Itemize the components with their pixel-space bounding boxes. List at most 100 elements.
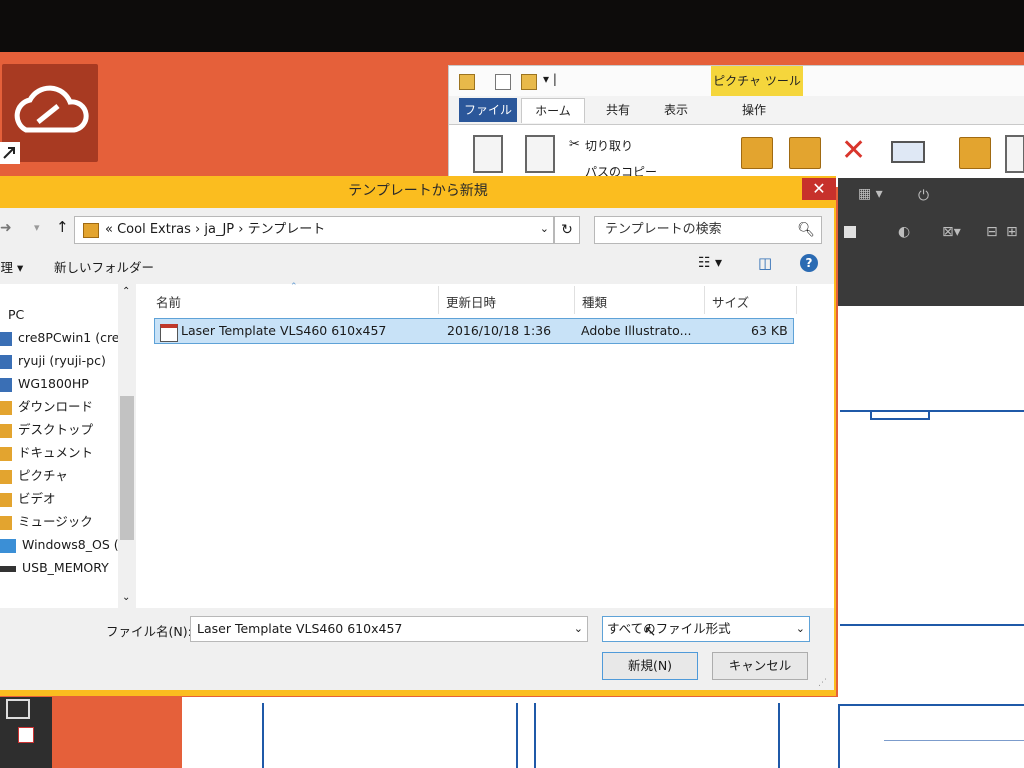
rename-icon[interactable] bbox=[891, 141, 925, 163]
new-folder-button[interactable]: 新しいフォルダー bbox=[54, 257, 154, 276]
chevron-down-icon[interactable]: ⌄ bbox=[540, 217, 549, 241]
nav-label: ダウンロード bbox=[18, 399, 94, 414]
properties-icon[interactable] bbox=[495, 74, 511, 90]
align-icon[interactable]: ⊟ bbox=[986, 224, 998, 240]
back-icon[interactable]: ➜ bbox=[0, 220, 12, 236]
nav-item-usb[interactable]: USB_MEMORY bbox=[0, 557, 130, 579]
command-bar: 整理 ▾ 新しいフォルダー ☷ ▾ ◫ ? bbox=[0, 250, 834, 280]
shortcut-arrow-icon bbox=[0, 142, 20, 164]
no-fill-icon[interactable] bbox=[18, 727, 34, 743]
move-to-icon[interactable] bbox=[741, 137, 773, 169]
new-folder-icon[interactable] bbox=[521, 74, 537, 90]
column-header-date[interactable]: 更新日時 bbox=[446, 292, 496, 311]
new-item-icon[interactable] bbox=[1005, 135, 1024, 173]
distribute-icon[interactable]: ⊞ bbox=[1006, 224, 1018, 240]
tab-home[interactable]: ホーム bbox=[521, 98, 585, 123]
network-computer-icon bbox=[0, 354, 12, 369]
quick-access-toolbar: ▾ | ピクチャ ツール bbox=[449, 66, 1024, 96]
tab-file[interactable]: ファイル bbox=[459, 98, 517, 122]
nav-label: PC bbox=[8, 307, 25, 322]
copy-to-icon[interactable] bbox=[789, 137, 821, 169]
new-button[interactable]: 新規(N) bbox=[602, 652, 698, 680]
nav-label: ピクチャ bbox=[18, 468, 68, 483]
file-type-value: すべてのファイル形式 bbox=[607, 621, 731, 636]
file-date: 2016/10/18 1:36 bbox=[447, 323, 552, 338]
nav-item-pc[interactable]: PC bbox=[0, 304, 130, 326]
file-list: 名前 ⌃ 更新日時 種類 サイズ Laser Template VLS460 6… bbox=[136, 282, 834, 608]
refresh-button[interactable]: ↻ bbox=[554, 216, 580, 244]
customize-qa-icon[interactable]: ▾ | bbox=[543, 72, 557, 86]
chevron-down-icon[interactable]: ⌄ bbox=[574, 617, 583, 641]
cut-button[interactable]: 切り取り bbox=[585, 137, 633, 154]
chevron-down-icon[interactable]: ⌄ bbox=[796, 617, 805, 641]
nav-label: デスクトップ bbox=[18, 422, 94, 437]
pictures-folder-icon bbox=[0, 469, 12, 484]
organize-button[interactable]: 整理 ▾ bbox=[0, 257, 23, 276]
filename-input[interactable]: Laser Template VLS460 610x457 ⌄ bbox=[190, 616, 588, 642]
tab-manage[interactable]: 操作 bbox=[725, 98, 783, 122]
breadcrumb[interactable]: « Cool Extras › ja_JP › テンプレート bbox=[105, 217, 325, 243]
search-input[interactable]: テンプレートの検索 🔍︎ bbox=[594, 216, 822, 244]
address-bar[interactable]: « Cool Extras › ja_JP › テンプレート ⌄ bbox=[74, 216, 554, 244]
scroll-up-icon[interactable]: ⌃ bbox=[122, 286, 130, 297]
column-header-name[interactable]: 名前 bbox=[156, 292, 181, 311]
nav-scroll-thumb[interactable] bbox=[120, 396, 134, 540]
nav-label: USB_MEMORY bbox=[22, 560, 109, 575]
network-computer-icon bbox=[0, 377, 12, 392]
preview-pane-icon[interactable]: ◫ bbox=[758, 254, 772, 272]
folder-icon[interactable] bbox=[459, 74, 475, 90]
close-button[interactable]: ✕ bbox=[802, 178, 836, 200]
power-icon[interactable]: ⏻ bbox=[918, 188, 929, 204]
pc-icon bbox=[0, 309, 2, 323]
globe-icon[interactable]: ◐ bbox=[898, 224, 910, 240]
nav-label: Windows8_OS ( bbox=[22, 537, 119, 552]
tab-share[interactable]: 共有 bbox=[593, 98, 643, 122]
copy-icon[interactable] bbox=[473, 135, 503, 173]
workspace-icon[interactable]: ▦ ▾ bbox=[858, 186, 883, 202]
artboard-canvas-bottom bbox=[182, 697, 838, 768]
picture-tools-context-tab[interactable]: ピクチャ ツール bbox=[711, 66, 803, 96]
resize-grip-icon[interactable]: ⋰ bbox=[818, 678, 827, 688]
nav-item-network-2[interactable]: ryuji (ryuji-pc) bbox=[0, 350, 130, 372]
up-arrow-icon[interactable]: ↑ bbox=[56, 218, 69, 236]
fill-swatch-icon[interactable] bbox=[844, 226, 856, 238]
paste-icon[interactable] bbox=[525, 135, 555, 173]
cancel-button[interactable]: キャンセル bbox=[712, 652, 808, 680]
nav-item-videos[interactable]: ビデオ bbox=[0, 488, 130, 510]
tab-view[interactable]: 表示 bbox=[651, 98, 701, 122]
refresh-icon: ↻ bbox=[561, 222, 573, 238]
search-icon[interactable]: 🔍︎ bbox=[797, 217, 815, 243]
delete-icon[interactable]: ✕ bbox=[841, 133, 866, 169]
nav-item-music[interactable]: ミュージック bbox=[0, 511, 130, 533]
column-divider[interactable] bbox=[704, 286, 705, 314]
ribbon-tabs: ファイル ホーム 共有 表示 操作 bbox=[449, 96, 1024, 124]
artboard-tool-icon[interactable] bbox=[6, 699, 30, 719]
file-row-selected[interactable]: Laser Template VLS460 610x457 2016/10/18… bbox=[154, 318, 794, 344]
help-icon[interactable]: ? bbox=[800, 254, 818, 272]
screen-bezel bbox=[0, 0, 1024, 52]
view-options-icon[interactable]: ☷ ▾ bbox=[698, 255, 722, 271]
nav-item-desktop[interactable]: デスクトップ bbox=[0, 419, 130, 441]
nav-item-pictures[interactable]: ピクチャ bbox=[0, 465, 130, 487]
nav-item-documents[interactable]: ドキュメント bbox=[0, 442, 130, 464]
file-type-select[interactable]: すべてのファイル形式 ⌄ bbox=[602, 616, 810, 642]
recent-dropdown-icon[interactable]: ▾ bbox=[34, 221, 40, 234]
nav-item-os-drive[interactable]: Windows8_OS ( bbox=[0, 534, 130, 556]
column-header-type[interactable]: 種類 bbox=[582, 292, 607, 311]
nav-label: cre8PCwin1 (cre bbox=[18, 330, 120, 345]
column-divider[interactable] bbox=[574, 286, 575, 314]
new-folder-icon[interactable] bbox=[959, 137, 991, 169]
nav-item-network-3[interactable]: WG1800HP bbox=[0, 373, 130, 395]
nav-item-network-1[interactable]: cre8PCwin1 (cre bbox=[0, 327, 130, 349]
nav-item-downloads[interactable]: ダウンロード bbox=[0, 396, 130, 418]
new-from-template-dialog: テンプレートから新規 ✕ ➜ ▾ ↑ « Cool Extras › ja_JP… bbox=[0, 176, 836, 696]
column-divider[interactable] bbox=[796, 286, 797, 314]
filename-label: ファイル名(N): bbox=[106, 624, 192, 639]
sort-indicator-icon: ⌃ bbox=[290, 282, 298, 292]
transform-icon[interactable]: ⊠▾ bbox=[942, 224, 961, 240]
column-divider[interactable] bbox=[438, 286, 439, 314]
file-type: Adobe Illustrato... bbox=[581, 323, 692, 338]
scroll-down-icon[interactable]: ⌄ bbox=[122, 592, 130, 603]
search-placeholder: テンプレートの検索 bbox=[605, 222, 722, 237]
column-header-size[interactable]: サイズ bbox=[712, 292, 749, 311]
